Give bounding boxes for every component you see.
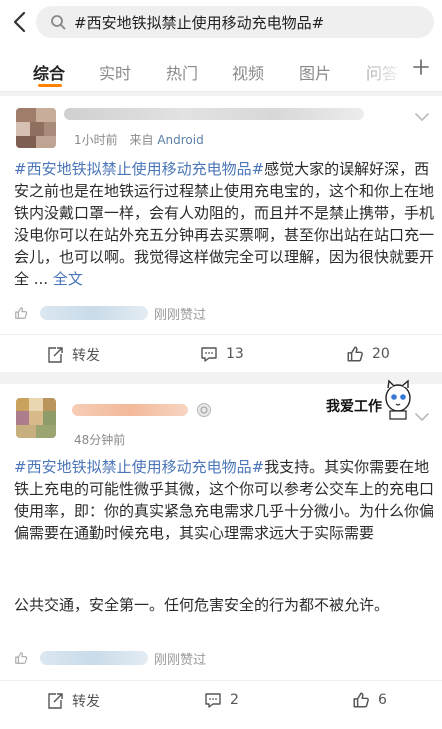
top-bar: #西安地铁拟禁止使用移动充电物品# [0,0,442,44]
comment-button[interactable]: 2 [204,691,239,709]
repost-label: 转发 [72,348,100,364]
post-meta: 1小时前 来自 Android [74,131,204,148]
tab-hot[interactable]: 热门 [166,60,198,84]
topic-link[interactable]: #西安地铁拟禁止使用移动充电物品# [14,160,264,178]
tab-images[interactable]: 图片 [299,60,331,84]
chevron-down-icon[interactable] [414,412,430,422]
tab-realtime[interactable]: 实时 [99,60,131,84]
tab-fade [352,52,404,84]
active-tab-indicator [38,84,62,87]
thumbs-up-icon [353,692,369,708]
action-bar: 转发 13 20 [0,334,442,374]
liked-by-row[interactable]: 刚刚赞过 [14,304,207,323]
username-redacted[interactable] [72,404,188,416]
post-card: 48分钟前 我爱工作 #西安地铁拟禁止使用移动充电物品#我支持。其实你需要在地铁… [0,379,442,729]
tab-video[interactable]: 视频 [232,60,264,84]
post-time: 1小时前 [74,133,118,147]
liker-names-redacted [40,651,148,665]
thumbs-up-icon [15,652,28,664]
post-text: #西安地铁拟禁止使用移动充电物品#我支持。其实你需要在地铁上充电的可能性微乎其微… [14,456,434,544]
back-button[interactable] [6,8,32,36]
like-count: 20 [372,346,390,362]
repost-icon [48,693,63,709]
post-source: Android [157,133,204,147]
comment-button[interactable]: 13 [200,345,244,363]
liker-names-redacted [40,306,148,320]
like-button[interactable]: 20 [346,345,390,363]
read-more-link[interactable]: 全文 [53,270,83,288]
comment-count: 2 [230,692,239,708]
repost-button[interactable]: 转发 [46,691,100,711]
comment-icon [205,693,221,708]
plus-icon [413,59,429,75]
thumbs-up-icon [347,346,363,362]
tab-comprehensive[interactable]: 综合 [33,60,65,84]
liked-by-text: 刚刚赞过 [154,652,207,668]
post-time: 48分钟前 [74,433,126,447]
like-button[interactable]: 6 [352,691,387,709]
repost-icon [48,347,63,363]
search-bar[interactable]: #西安地铁拟禁止使用移动充电物品# [36,6,434,38]
comment-count: 13 [226,346,244,362]
sticker-decoration: 我爱工作 [322,378,414,422]
source-prefix: 来自 [129,133,154,147]
post-text-paragraph: 公共交通，安全第一。任何危害安全的行为都不被允许。 [14,596,390,614]
search-icon [46,10,70,34]
action-bar: 转发 2 6 [0,680,442,720]
chevron-down-icon[interactable] [414,112,430,122]
sticker-text: 我爱工作 [326,399,382,415]
repost-button[interactable]: 转发 [46,345,100,365]
member-badge-icon [197,403,211,417]
liked-by-text: 刚刚赞过 [154,307,207,323]
like-count: 6 [378,692,387,708]
topic-link[interactable]: #西安地铁拟禁止使用移动充电物品# [14,458,264,476]
username-redacted[interactable] [64,108,364,120]
liked-by-row[interactable]: 刚刚赞过 [14,649,207,668]
post-body: 感觉大家的误解好深，西安之前也是在地铁运行过程禁止使用充电宝的，这个和你上在地铁… [14,160,435,288]
chevron-left-icon [13,11,26,33]
post-card: 1小时前 来自 Android #西安地铁拟禁止使用移动充电物品#感觉大家的误解… [0,96,442,372]
thumbs-up-icon [15,307,28,319]
search-query[interactable]: #西安地铁拟禁止使用移动充电物品# [74,12,324,33]
comment-icon [201,347,217,362]
add-tab-button[interactable] [410,56,432,78]
post-text: #西安地铁拟禁止使用移动充电物品#感觉大家的误解好深，西安之前也是在地铁运行过程… [14,158,434,290]
avatar[interactable] [16,398,56,438]
avatar[interactable] [16,108,56,148]
repost-label: 转发 [72,694,100,710]
